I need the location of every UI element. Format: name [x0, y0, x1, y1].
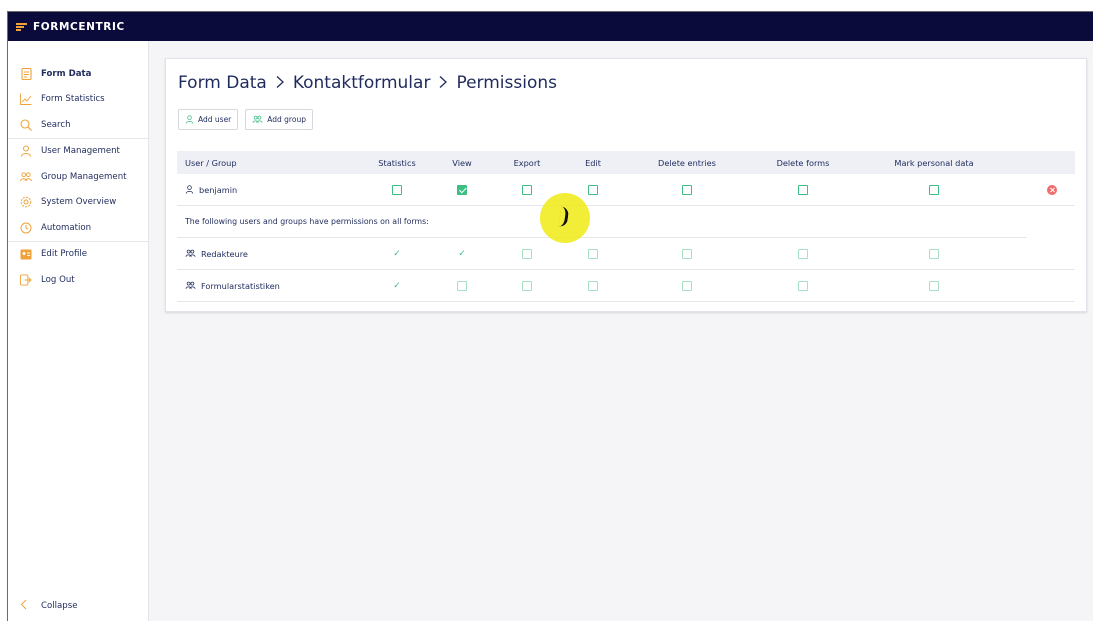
header-export: Export: [513, 157, 541, 168]
permission-checkbox-export: [522, 280, 532, 291]
mouse-cursor-highlight: [540, 193, 590, 243]
permission-checkbox-edit[interactable]: [588, 184, 598, 195]
add-group-button[interactable]: Add group: [245, 109, 313, 130]
table-row: Redakteure ✓ ✓: [177, 238, 1075, 270]
collapse-label: Collapse: [41, 601, 78, 611]
sidebar-item-log-out[interactable]: Log Out: [8, 267, 148, 293]
header-edit: Edit: [585, 157, 601, 168]
sidebar-item-label: Search: [41, 119, 71, 130]
add-group-label: Add group: [267, 115, 306, 124]
permission-checkbox-delete-forms: [798, 248, 808, 259]
toolbar: Add user Add group: [178, 109, 313, 130]
header-user-group: User / Group: [185, 157, 237, 168]
row-name: benjamin: [185, 174, 237, 205]
row-name: Redakteure: [185, 238, 248, 269]
collapse-button[interactable]: Collapse: [20, 599, 78, 613]
sidebar-item-system-overview[interactable]: System Overview: [8, 190, 148, 216]
permission-checkbox-mark-personal-data[interactable]: [929, 184, 939, 195]
logo-icon: [16, 21, 28, 33]
permission-checkbox-mark-personal-data: [929, 280, 939, 291]
user-icon: [185, 185, 194, 194]
sidebar: Form Data Form Statistics Search User Ma: [8, 41, 149, 621]
permissions-table: User / Group Statistics View Export Edit…: [177, 151, 1075, 302]
check-icon: ✓: [458, 248, 466, 259]
header-statistics: Statistics: [378, 157, 416, 168]
search-icon: [20, 119, 32, 131]
permission-checkbox-delete-entries[interactable]: [682, 184, 692, 195]
sidebar-item-user-management[interactable]: User Management: [8, 139, 148, 165]
permission-checkbox-export[interactable]: [522, 184, 532, 195]
app-window: FORMCENTRIC Form Data Form Statistics Se…: [7, 11, 1093, 621]
logout-icon: [20, 274, 32, 286]
sidebar-item-label: Form Data: [41, 68, 92, 79]
sidebar-item-automation[interactable]: Automation: [8, 215, 148, 241]
permission-checkbox-export: [522, 248, 532, 259]
table-row: Formularstatistiken ✓: [177, 270, 1075, 302]
group-icon: [185, 281, 196, 290]
permissions-card: Form Data Kontaktformular Permissions Ad…: [165, 58, 1087, 312]
group-icon: [185, 249, 196, 258]
chart-icon: [20, 93, 32, 106]
table-header: User / Group Statistics View Export Edit…: [177, 151, 1075, 174]
breadcrumb-form[interactable]: Kontaktformular: [293, 73, 431, 93]
chevron-right-icon: [275, 74, 285, 93]
row-name-text: benjamin: [199, 184, 238, 195]
sidebar-item-form-statistics[interactable]: Form Statistics: [8, 87, 148, 113]
permission-checkbox-delete-entries: [682, 280, 692, 291]
sidebar-item-label: System Overview: [41, 197, 117, 208]
permission-checkbox-view: [457, 280, 467, 291]
permission-checkbox-delete-forms[interactable]: [798, 184, 808, 195]
breadcrumb-current: Permissions: [456, 73, 558, 93]
permission-checkbox-delete-entries: [682, 248, 692, 259]
check-icon: ✓: [393, 248, 401, 259]
sidebar-item-label: Log Out: [41, 274, 75, 285]
permission-checkbox-mark-personal-data: [929, 248, 939, 259]
header-delete-entries: Delete entries: [658, 157, 716, 168]
sidebar-item-search[interactable]: Search: [8, 112, 148, 138]
global-permissions-note: The following users and groups have perm…: [177, 206, 1027, 238]
row-name-text: Redakteure: [201, 248, 248, 259]
add-user-button[interactable]: Add user: [178, 109, 239, 130]
sidebar-item-form-data[interactable]: Form Data: [8, 61, 148, 87]
add-user-icon: [185, 115, 194, 124]
row-name: Formularstatistiken: [185, 270, 280, 301]
permission-checkbox-delete-forms: [798, 280, 808, 291]
top-bar: FORMCENTRIC: [8, 12, 1093, 41]
add-user-label: Add user: [198, 115, 232, 124]
user-icon: [20, 145, 32, 157]
remove-icon[interactable]: [1047, 184, 1057, 195]
sidebar-item-group-management[interactable]: Group Management: [8, 164, 148, 190]
permission-checkbox-view[interactable]: [457, 184, 467, 195]
check-icon: ✓: [393, 280, 401, 291]
chevron-left-icon: [20, 599, 32, 613]
sidebar-item-label: Form Statistics: [41, 94, 105, 105]
sidebar-item-edit-profile[interactable]: Edit Profile: [8, 242, 148, 268]
sidebar-item-label: User Management: [41, 146, 120, 157]
breadcrumb-form-data[interactable]: Form Data: [178, 73, 267, 93]
row-name-text: Formularstatistiken: [201, 280, 280, 291]
sidebar-item-label: Automation: [41, 222, 92, 233]
sidebar-item-label: Edit Profile: [41, 249, 88, 260]
header-delete-forms: Delete forms: [776, 157, 830, 168]
clock-icon: [20, 222, 32, 234]
permission-checkbox-edit: [588, 248, 598, 259]
form-icon: [20, 67, 32, 80]
group-icon: [20, 171, 32, 183]
permission-checkbox-edit: [588, 280, 598, 291]
breadcrumb: Form Data Kontaktformular Permissions: [178, 73, 557, 93]
sidebar-item-label: Group Management: [41, 171, 127, 182]
header-view: View: [452, 157, 472, 168]
add-group-icon: [252, 115, 263, 124]
id-card-icon: [20, 248, 32, 260]
logo-text: FORMCENTRIC: [33, 20, 125, 33]
permission-checkbox-statistics[interactable]: [392, 184, 402, 195]
chevron-right-icon: [438, 74, 448, 93]
gear-icon: [20, 196, 32, 208]
table-row: benjamin: [177, 174, 1075, 206]
header-mark-personal-data: Mark personal data: [894, 157, 974, 168]
